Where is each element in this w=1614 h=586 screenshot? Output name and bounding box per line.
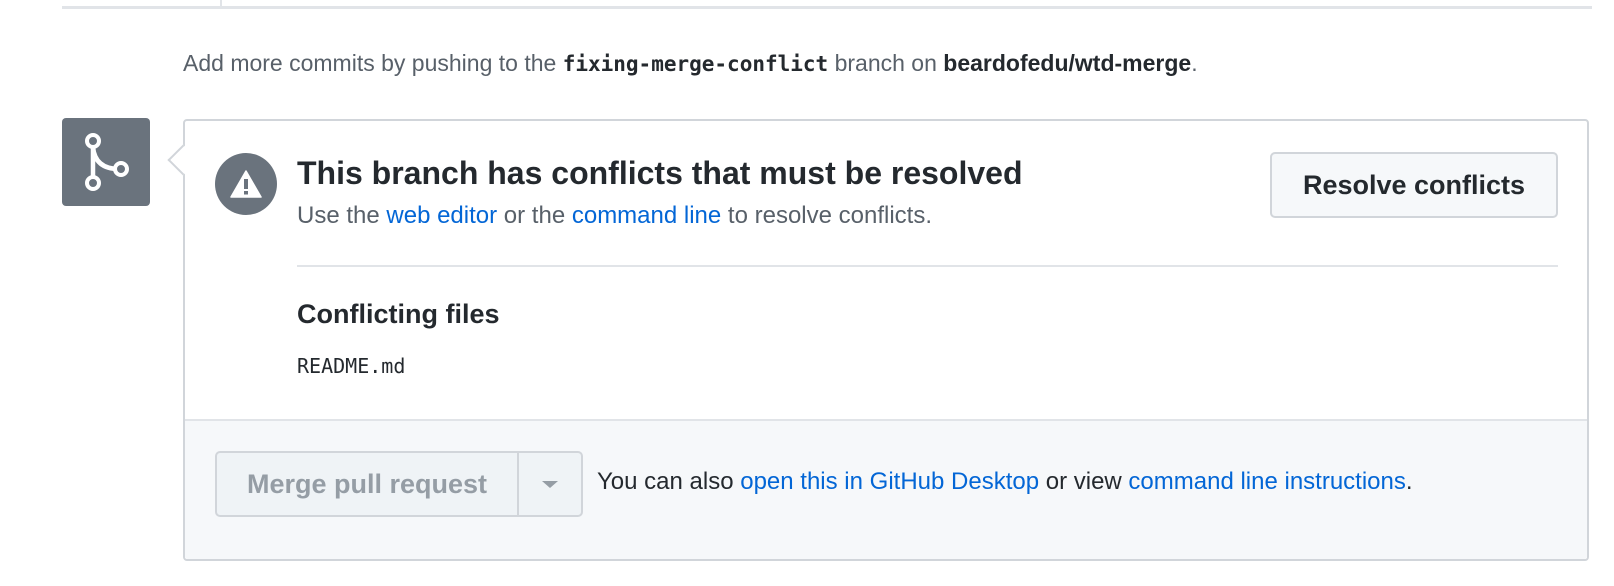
alert-triangle-icon [215, 153, 277, 215]
command-line-instructions-link[interactable]: command line instructions [1128, 468, 1405, 495]
footer-text-middle: or view [1039, 468, 1129, 495]
conflict-sub-prefix: Use the [297, 202, 387, 229]
command-line-link[interactable]: command line [572, 202, 721, 229]
branch-name: fixing-merge-conflict [562, 52, 829, 76]
conflict-sub-suffix: to resolve conflicts. [721, 202, 932, 229]
conflict-sub-middle: or the [497, 202, 572, 229]
conflicting-file-item: README.md [297, 354, 406, 378]
open-in-github-desktop-link[interactable]: open this in GitHub Desktop [740, 468, 1039, 495]
web-editor-link[interactable]: web editor [386, 202, 497, 229]
conflict-description: Use the web editor or the command line t… [297, 202, 932, 230]
merge-footer: Merge pull request You can also open thi… [185, 419, 1587, 559]
triangle-down-icon [542, 480, 558, 488]
git-merge-icon [62, 118, 150, 206]
panel-pointer [167, 144, 199, 176]
push-note-middle: branch on [828, 50, 944, 76]
timeline-tick [220, 0, 222, 8]
repo-name: beardofedu/wtd-merge [943, 50, 1192, 76]
footer-text-suffix: . [1405, 468, 1413, 495]
push-note-prefix: Add more commits by pushing to the [183, 50, 563, 76]
push-note-suffix: . [1191, 50, 1198, 76]
resolve-conflicts-button[interactable]: Resolve conflicts [1270, 152, 1558, 218]
alternate-merge-note: You can also open this in GitHub Desktop… [597, 468, 1413, 496]
merge-pull-request-button[interactable]: Merge pull request [217, 453, 519, 515]
timeline-divider [62, 6, 1592, 9]
push-commits-note: Add more commits by pushing to the fixin… [183, 50, 1198, 77]
section-divider [297, 265, 1558, 267]
conflict-title: This branch has conflicts that must be r… [297, 155, 1023, 191]
merge-status-panel: This branch has conflicts that must be r… [167, 119, 1589, 561]
conflicting-files-heading: Conflicting files [297, 299, 500, 329]
merge-options-dropdown[interactable] [519, 453, 581, 515]
merge-button-group: Merge pull request [215, 451, 583, 517]
footer-text-prefix: You can also [597, 468, 741, 495]
